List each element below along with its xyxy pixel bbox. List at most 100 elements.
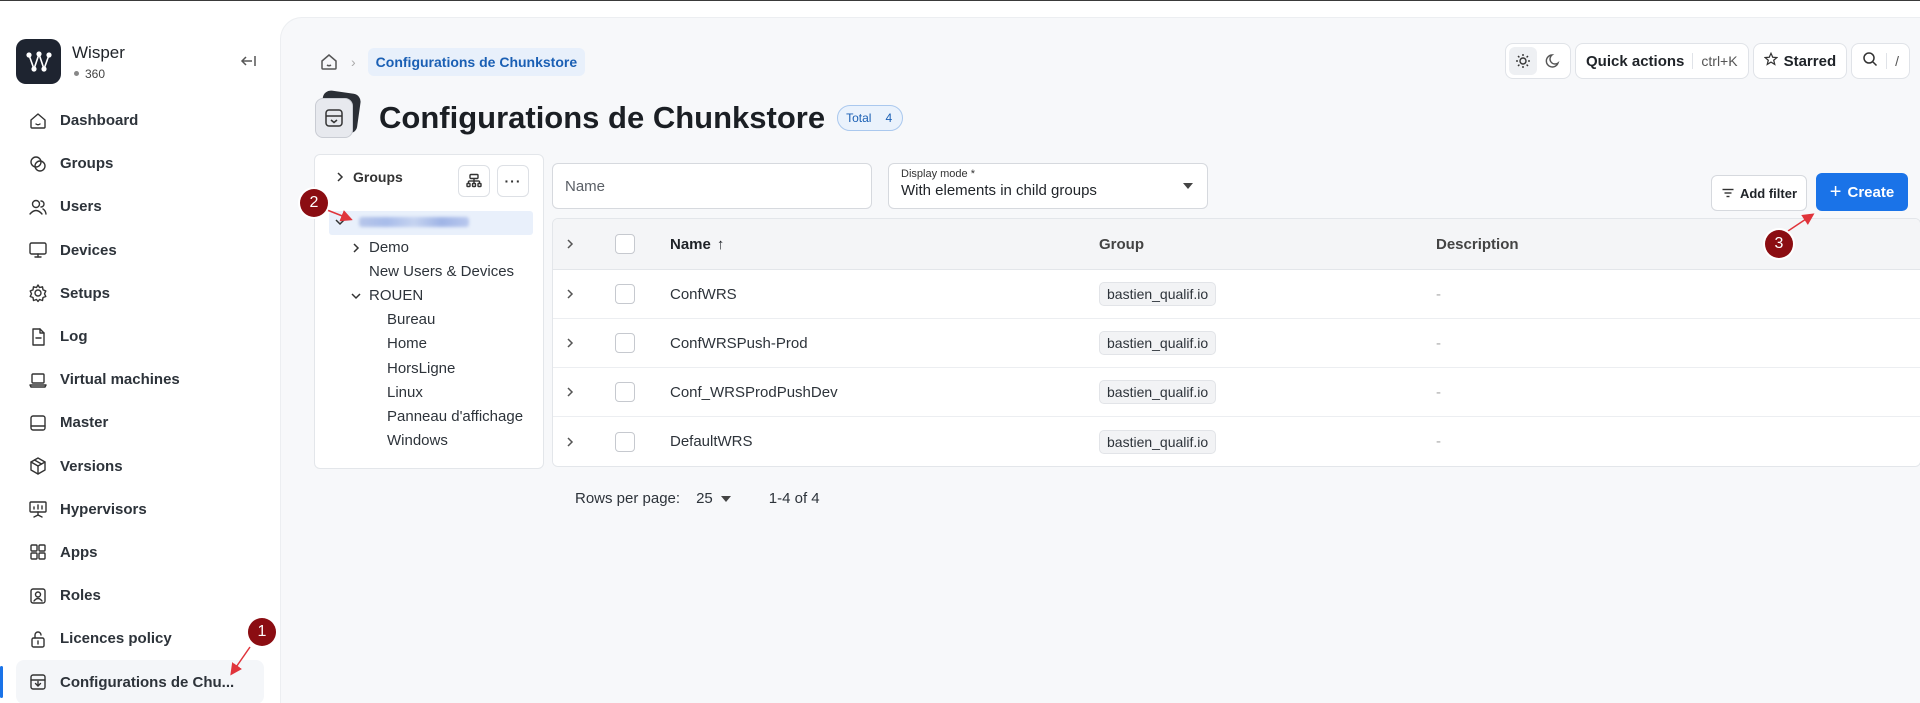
lock-icon bbox=[28, 629, 48, 649]
sidebar-item-setups[interactable]: Setups bbox=[16, 272, 264, 315]
sidebar-item-apps[interactable]: Apps bbox=[16, 531, 264, 574]
sidebar-item-label: Virtual machines bbox=[60, 371, 180, 389]
column-header-description[interactable]: Description bbox=[1436, 219, 1519, 269]
starred-button[interactable]: Starred bbox=[1752, 43, 1848, 79]
tree-item-label: HorsLigne bbox=[387, 359, 456, 377]
row-name[interactable]: DefaultWRS bbox=[670, 417, 753, 466]
tree-item[interactable]: Demo bbox=[349, 239, 409, 256]
rows-per-page-select[interactable]: 25 bbox=[696, 490, 731, 507]
tree-more-button[interactable]: ··· bbox=[497, 165, 529, 197]
row-description: - bbox=[1436, 433, 1441, 450]
sidebar-item-label: Hypervisors bbox=[60, 500, 147, 518]
sidebar-item-dashboard[interactable]: Dashboard bbox=[16, 99, 264, 142]
sidebar-item-configurations-de-chu[interactable]: Configurations de Chu... bbox=[16, 660, 264, 703]
collapse-sidebar-icon[interactable] bbox=[238, 51, 258, 71]
tree-header-groups[interactable]: Groups bbox=[333, 169, 403, 185]
add-filter-button[interactable]: Add filter bbox=[1711, 175, 1807, 211]
table-row[interactable]: ConfWRSPush-Prod bastien_qualif.io - bbox=[553, 319, 1920, 368]
search-shortcut: / bbox=[1886, 53, 1899, 69]
chevron-right-icon[interactable] bbox=[349, 241, 363, 255]
group-chip[interactable]: bastien_qualif.io bbox=[1099, 331, 1217, 355]
chevron-down-icon[interactable] bbox=[333, 215, 347, 229]
add-filter-label: Add filter bbox=[1739, 185, 1798, 201]
sidebar-item-master[interactable]: Master bbox=[16, 401, 264, 444]
sun-icon[interactable] bbox=[1509, 47, 1538, 75]
row-expand-chevron-icon[interactable] bbox=[563, 417, 583, 466]
sidebar-item-versions[interactable]: Versions bbox=[16, 445, 264, 488]
id-badge-icon bbox=[28, 586, 48, 606]
column-header-group[interactable]: Group bbox=[1099, 219, 1144, 269]
group-chip[interactable]: bastien_qualif.io bbox=[1099, 380, 1217, 404]
tree-item-label: Panneau d'affichage bbox=[387, 407, 524, 425]
row-expand-chevron-icon[interactable] bbox=[563, 319, 583, 367]
users-icon bbox=[28, 197, 48, 217]
starred-label: Starred bbox=[1783, 52, 1837, 70]
sidebar-item-roles[interactable]: Roles bbox=[16, 574, 264, 617]
star-icon bbox=[1763, 51, 1779, 70]
sidebar-item-label: Licences policy bbox=[60, 630, 172, 648]
row-checkbox-cell bbox=[615, 368, 635, 416]
sidebar-item-licences-policy[interactable]: Licences policy bbox=[16, 617, 264, 660]
column-header-name[interactable]: Name ↑ bbox=[670, 219, 724, 269]
master-icon bbox=[28, 413, 48, 433]
chevron-down-icon[interactable] bbox=[349, 289, 363, 303]
groups-icon bbox=[28, 154, 48, 174]
sort-ascending-icon: ↑ bbox=[716, 235, 725, 253]
wisper-logo bbox=[16, 39, 61, 84]
group-chip[interactable]: bastien_qualif.io bbox=[1099, 282, 1217, 306]
row-checkbox[interactable] bbox=[615, 284, 635, 304]
tree-item[interactable]: Windows bbox=[387, 432, 448, 449]
row-name[interactable]: ConfWRSPush-Prod bbox=[670, 319, 808, 367]
tree-item[interactable]: New Users & Devices bbox=[349, 263, 514, 280]
row-checkbox[interactable] bbox=[615, 333, 635, 353]
tree-structure-button[interactable] bbox=[458, 165, 490, 197]
row-expand-chevron-icon[interactable] bbox=[563, 270, 583, 318]
row-group-cell: bastien_qualif.io bbox=[1099, 417, 1217, 466]
row-name[interactable]: Conf_WRSProdPushDev bbox=[670, 368, 838, 416]
tree-item[interactable]: ROUEN bbox=[349, 287, 423, 304]
tree-item[interactable]: Home bbox=[387, 335, 427, 352]
annotation-marker-2: 2 bbox=[300, 189, 328, 217]
main-content: › Configurations de Chunkstore Quick act… bbox=[280, 17, 1920, 703]
tree-item[interactable]: Panneau d'affichage bbox=[387, 408, 523, 425]
brand[interactable]: Wisper 360 bbox=[16, 39, 125, 84]
row-expand-chevron-icon[interactable] bbox=[563, 368, 583, 416]
tree-item[interactable]: Linux bbox=[387, 384, 423, 401]
sidebar-item-label: Versions bbox=[60, 457, 123, 475]
page-archive-icon bbox=[315, 89, 362, 140]
plus-icon: + bbox=[1829, 180, 1842, 203]
tree-item-label: New Users & Devices bbox=[369, 263, 515, 281]
table-row[interactable]: Conf_WRSProdPushDev bastien_qualif.io - bbox=[553, 368, 1920, 417]
quick-actions-button[interactable]: Quick actions ctrl+K bbox=[1575, 43, 1749, 79]
sidebar-item-log[interactable]: Log bbox=[16, 315, 264, 358]
sidebar-item-hypervisors[interactable]: Hypervisors bbox=[16, 488, 264, 531]
tree-item[interactable]: HorsLigne bbox=[387, 360, 455, 377]
search-button[interactable]: / bbox=[1851, 43, 1910, 79]
app-name: Wisper bbox=[72, 42, 125, 62]
laptop-icon bbox=[28, 370, 48, 390]
row-name[interactable]: ConfWRS bbox=[670, 270, 737, 318]
total-count: 4 bbox=[885, 111, 893, 125]
breadcrumb-current[interactable]: Configurations de Chunkstore bbox=[367, 48, 586, 76]
expand-all-chevron-icon[interactable] bbox=[563, 219, 583, 269]
create-button[interactable]: + Create bbox=[1816, 173, 1908, 211]
table-row[interactable]: ConfWRS bastien_qualif.io - bbox=[553, 270, 1920, 319]
row-checkbox[interactable] bbox=[615, 382, 635, 402]
sidebar-item-devices[interactable]: Devices bbox=[16, 229, 264, 272]
row-checkbox[interactable] bbox=[615, 431, 635, 452]
select-all-checkbox-cell bbox=[615, 219, 635, 269]
row-checkbox-cell bbox=[615, 270, 635, 318]
sidebar-item-users[interactable]: Users bbox=[16, 185, 264, 228]
sidebar-item-virtual-machines[interactable]: Virtual machines bbox=[16, 358, 264, 401]
tree-item[interactable]: Bureau bbox=[387, 311, 435, 328]
home-icon[interactable] bbox=[319, 52, 339, 72]
dropdown-caret-icon bbox=[720, 495, 731, 502]
sidebar-item-groups[interactable]: Groups bbox=[16, 142, 264, 185]
table-row[interactable]: DefaultWRS bastien_qualif.io - bbox=[553, 417, 1920, 466]
sidebar-item-label: Apps bbox=[60, 543, 98, 561]
display-mode-select[interactable]: Display mode * With elements in child gr… bbox=[888, 163, 1208, 209]
moon-icon[interactable] bbox=[1539, 47, 1567, 75]
group-chip[interactable]: bastien_qualif.io bbox=[1099, 429, 1217, 454]
name-filter-input[interactable] bbox=[552, 163, 872, 209]
select-all-checkbox[interactable] bbox=[615, 234, 635, 254]
